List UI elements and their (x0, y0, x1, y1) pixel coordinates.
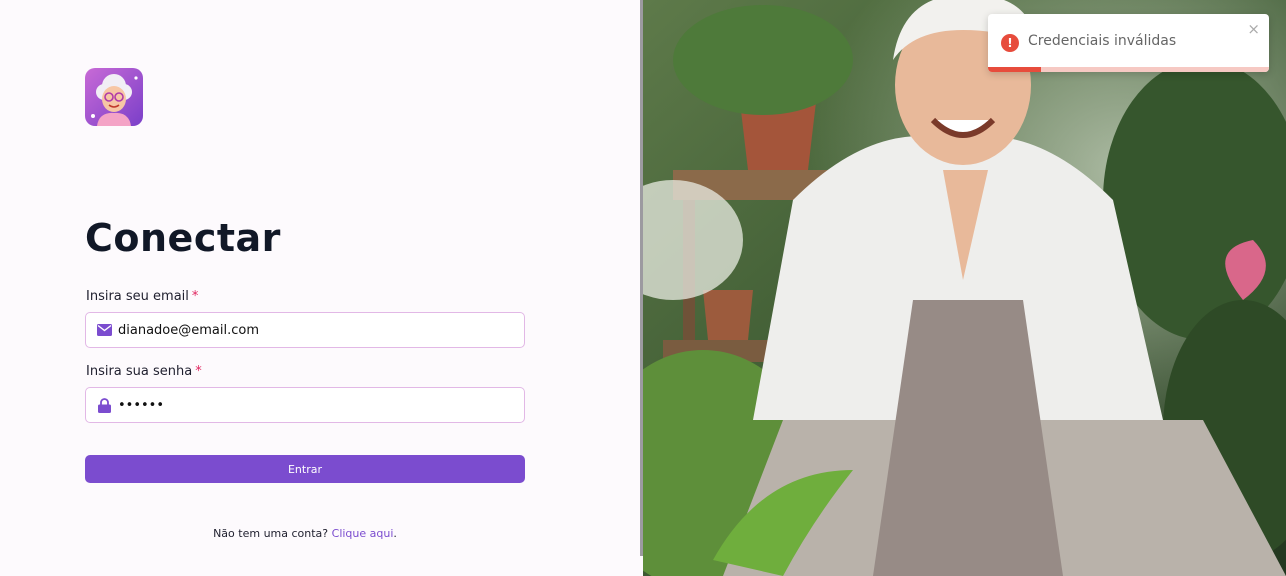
email-label: Insira seu email * (86, 289, 198, 304)
toast-progress-bar (988, 67, 1042, 72)
required-marker: * (195, 364, 202, 379)
signup-prompt: Não tem uma conta? Clique aqui. (0, 527, 610, 540)
password-label-text: Insira sua senha (86, 364, 193, 379)
password-field[interactable] (85, 387, 525, 423)
hero-image (643, 0, 1286, 576)
email-label-text: Insira seu email (86, 289, 189, 304)
signup-link[interactable]: Clique aqui (332, 527, 394, 540)
password-input[interactable] (118, 397, 498, 413)
signup-suffix: . (393, 527, 397, 540)
login-button[interactable]: Entrar (85, 455, 525, 483)
close-icon[interactable]: × (1247, 20, 1260, 38)
required-marker: * (191, 289, 199, 304)
email-field[interactable] (85, 312, 525, 348)
envelope-icon (96, 322, 112, 338)
error-icon: ! (1001, 34, 1019, 52)
toast-message: Credenciais inválidas (1028, 33, 1177, 49)
page-title: Conectar (85, 216, 281, 260)
lock-icon (96, 397, 112, 413)
login-panel: Conectar Insira seu email* Insira sua se… (0, 0, 640, 576)
signup-text: Não tem uma conta? (213, 527, 329, 540)
error-toast: ! Credenciais inválidas × (988, 14, 1269, 72)
logo-icon (85, 68, 143, 126)
password-label: Insira sua senha * (86, 364, 202, 379)
email-input[interactable] (118, 322, 498, 338)
